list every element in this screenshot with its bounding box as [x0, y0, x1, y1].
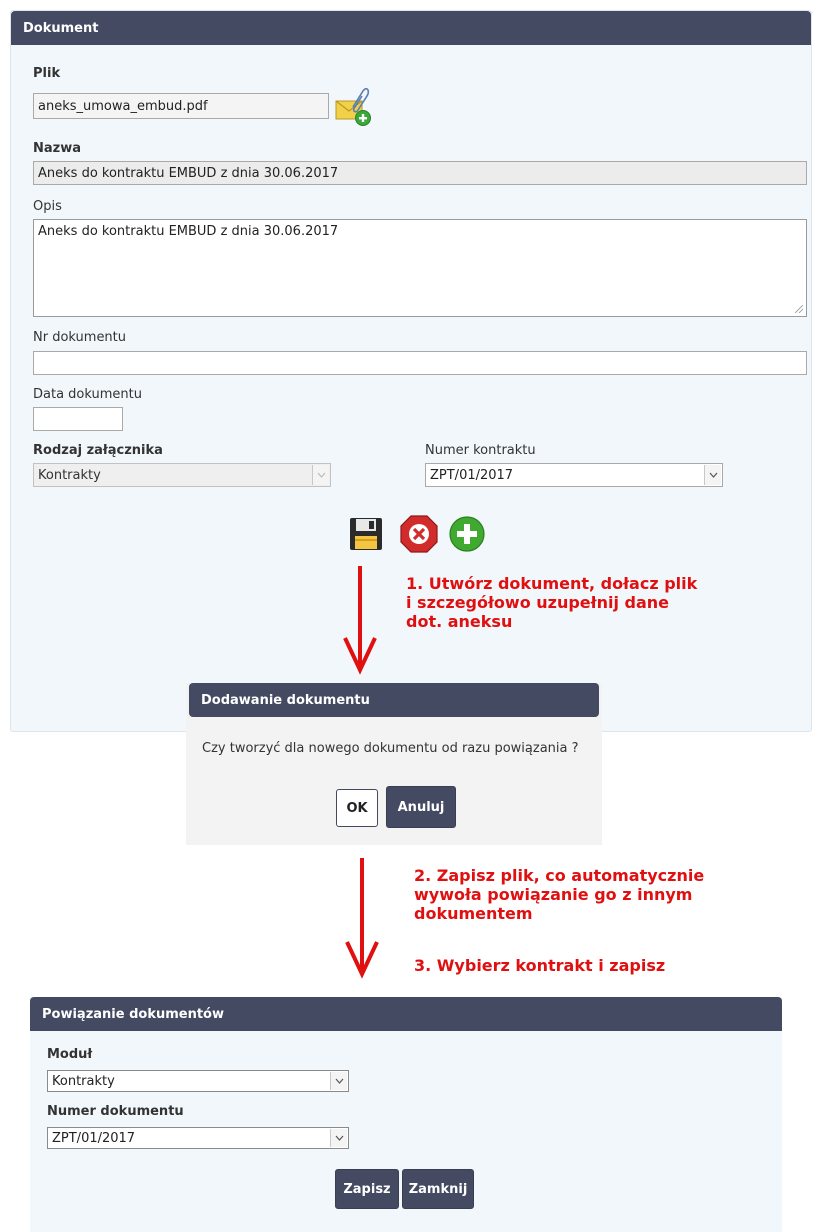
step3-note: 3. Wybierz kontrakt i zapisz — [414, 956, 666, 975]
delete-icon[interactable] — [399, 514, 439, 554]
contract-number-select[interactable]: ZPT/01/2017 — [425, 463, 723, 487]
dialog-title: Dodawanie dokumentu — [201, 692, 370, 708]
ok-button[interactable]: OK — [336, 789, 378, 827]
chevron-down-icon — [330, 1129, 347, 1147]
step1-line: i szczegółowo uzupełnij dane — [406, 593, 670, 612]
contract-number-label: Numer kontraktu — [425, 443, 536, 458]
link-doc-number-select[interactable]: ZPT/01/2017 — [47, 1127, 349, 1149]
arrow-down-icon — [345, 858, 379, 979]
module-value: Kontrakty — [52, 1073, 115, 1089]
name-label: Nazwa — [33, 141, 82, 156]
dialog-message: Czy tworzyć dla nowego dokumentu od razu… — [202, 741, 579, 756]
step2-line: 2. Zapisz plik, co automatycznie — [414, 866, 705, 885]
link-documents-panel: Powiązanie dokumentów Moduł Kontrakty Nu… — [30, 997, 782, 1232]
add-document-dialog: Dodawanie dokumentu Czy tworzyć dla nowe… — [186, 683, 602, 845]
name-field[interactable]: Aneks do kontraktu EMBUD z dnia 30.06.20… — [33, 161, 807, 185]
doc-date-input[interactable] — [33, 407, 123, 431]
chevron-down-icon — [312, 465, 329, 485]
step1-line: dot. aneksu — [406, 612, 513, 631]
doc-date-label: Data dokumentu — [33, 387, 142, 402]
file-field[interactable]: aneks_umowa_embud.pdf — [33, 93, 329, 119]
cancel-button[interactable]: Anuluj — [386, 786, 456, 828]
description-textarea[interactable]: Aneks do kontraktu EMBUD z dnia 30.06.20… — [33, 219, 807, 317]
doc-number-label: Nr dokumentu — [33, 330, 127, 345]
link-doc-number-value: ZPT/01/2017 — [52, 1130, 136, 1146]
file-label: Plik — [33, 66, 61, 81]
step2-line: wywoła powiązanie go z innym — [414, 885, 693, 904]
doc-number-input[interactable] — [33, 351, 807, 375]
close-button[interactable]: Zamknij — [402, 1169, 474, 1209]
save-icon[interactable] — [348, 516, 384, 552]
link-doc-number-label: Numer dokumentu — [47, 1104, 184, 1119]
step2-line: dokumentem — [414, 904, 533, 923]
module-label: Moduł — [47, 1047, 93, 1062]
document-panel-header: Dokument — [11, 11, 811, 45]
resize-grip-icon[interactable] — [795, 305, 803, 313]
contract-number-value: ZPT/01/2017 — [430, 467, 514, 483]
link-panel-title: Powiązanie dokumentów — [42, 1006, 224, 1022]
step1-note: 1. Utwórz dokument, dołacz plik i szczeg… — [406, 574, 697, 631]
attachment-type-select[interactable]: Kontrakty — [33, 463, 331, 487]
attach-file-icon[interactable] — [333, 87, 373, 127]
description-label: Opis — [33, 199, 62, 214]
attachment-type-label: Rodzaj załącznika — [33, 443, 163, 458]
chevron-down-icon — [330, 1072, 347, 1090]
link-panel-header: Powiązanie dokumentów — [30, 997, 782, 1031]
add-icon[interactable] — [448, 515, 486, 553]
step1-line: 1. Utwórz dokument, dołacz plik — [406, 574, 698, 593]
chevron-down-icon — [704, 465, 721, 485]
attachment-type-value: Kontrakty — [38, 467, 101, 483]
arrow-down-icon — [343, 566, 377, 675]
document-panel-title: Dokument — [23, 20, 99, 36]
description-text: Aneks do kontraktu EMBUD z dnia 30.06.20… — [38, 224, 339, 239]
save-button[interactable]: Zapisz — [335, 1169, 399, 1209]
step2-note: 2. Zapisz plik, co automatycznie wywoła … — [414, 866, 704, 923]
module-select[interactable]: Kontrakty — [47, 1070, 349, 1092]
dialog-header: Dodawanie dokumentu — [189, 683, 599, 717]
